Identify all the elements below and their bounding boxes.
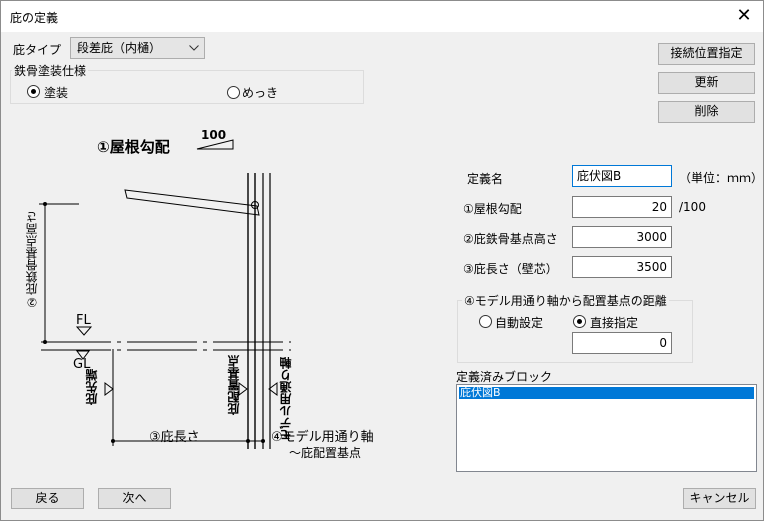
distance-auto-radio[interactable] [479, 315, 492, 328]
diagram-roof-slope: ①屋根勾配 [97, 138, 170, 156]
cancel-button[interactable]: キャンセル [683, 488, 756, 509]
close-icon[interactable]: ✕ [731, 4, 757, 28]
base-height-input[interactable]: 3000 [572, 226, 672, 248]
roof-member [124, 189, 260, 216]
window-title: 庇の定義 [10, 11, 59, 25]
next-button[interactable]: 次へ [98, 488, 171, 509]
distance-input[interactable]: 0 [572, 332, 672, 354]
defined-blocks-list[interactable]: 庇伏図B [456, 384, 757, 472]
diagram-fl: FL [76, 313, 91, 328]
coating-legend: 鉄骨塗装仕様 [12, 62, 89, 79]
update-button[interactable]: 更新 [658, 72, 755, 94]
diagram-eave-length: ③庇長さ [149, 430, 200, 445]
coating-plating-label: めっき [242, 86, 279, 100]
eave-length-input[interactable]: 3500 [572, 256, 672, 278]
distance-direct-radio[interactable] [573, 315, 586, 328]
back-button[interactable]: 戻る [11, 488, 84, 509]
list-item[interactable]: 庇伏図B [459, 387, 754, 399]
coating-plating-radio[interactable] [227, 86, 240, 99]
unit-label: （単位：ｍｍ） [679, 171, 764, 185]
base-height-label: ②庇鉄骨基点高さ [463, 232, 558, 246]
diagram-base-height: ②庇鉄骨基点高さ [25, 211, 39, 309]
distance-direct-label: 直接指定 [590, 316, 639, 330]
eave-type-label: 庇タイプ [13, 43, 62, 57]
distance-legend: ④モデル用通り軸から配置基点の距離 [462, 292, 669, 309]
coating-paint-label: 塗装 [44, 86, 69, 100]
diagram-eave-base: 庇配置基点 [227, 355, 241, 415]
diagram-distance-line2: ～庇配置基点 [289, 446, 362, 460]
roof-slope-label: ①屋根勾配 [463, 202, 522, 216]
eave-type-value: 段差庇（内樋） [77, 41, 162, 55]
roof-slope-input[interactable]: 20 [572, 196, 672, 218]
diagram-distance-line1: ④モデル用通り軸 [271, 430, 374, 445]
eave-diagram [39, 139, 291, 449]
chevron-down-icon [189, 45, 199, 51]
distance-auto-label: 自動設定 [495, 316, 544, 330]
delete-button[interactable]: 削除 [658, 101, 755, 123]
diagram-slope-value: 100 [201, 128, 227, 142]
eave-type-select[interactable]: 段差庇（内樋） [70, 37, 205, 59]
name-label: 定義名 [467, 172, 504, 186]
eave-length-label: ③庇長さ（壁芯） [463, 262, 558, 276]
connect-position-button[interactable]: 接続位置指定 [658, 43, 755, 65]
coating-paint-radio[interactable] [27, 85, 40, 98]
name-input[interactable]: 庇伏図B [572, 165, 672, 187]
defined-blocks-label: 定義済みブロック [456, 370, 553, 384]
dialog-window: 庇の定義 ✕ 庇タイプ 段差庇（内樋） 鉄骨塗装仕様 塗装 めっき 接続位置指定… [0, 0, 764, 521]
title-bar: 庇の定義 ✕ [1, 1, 763, 32]
roof-slope-unit: /100 [679, 200, 706, 214]
diagram-eave-tip: 庇先端 [85, 369, 99, 405]
